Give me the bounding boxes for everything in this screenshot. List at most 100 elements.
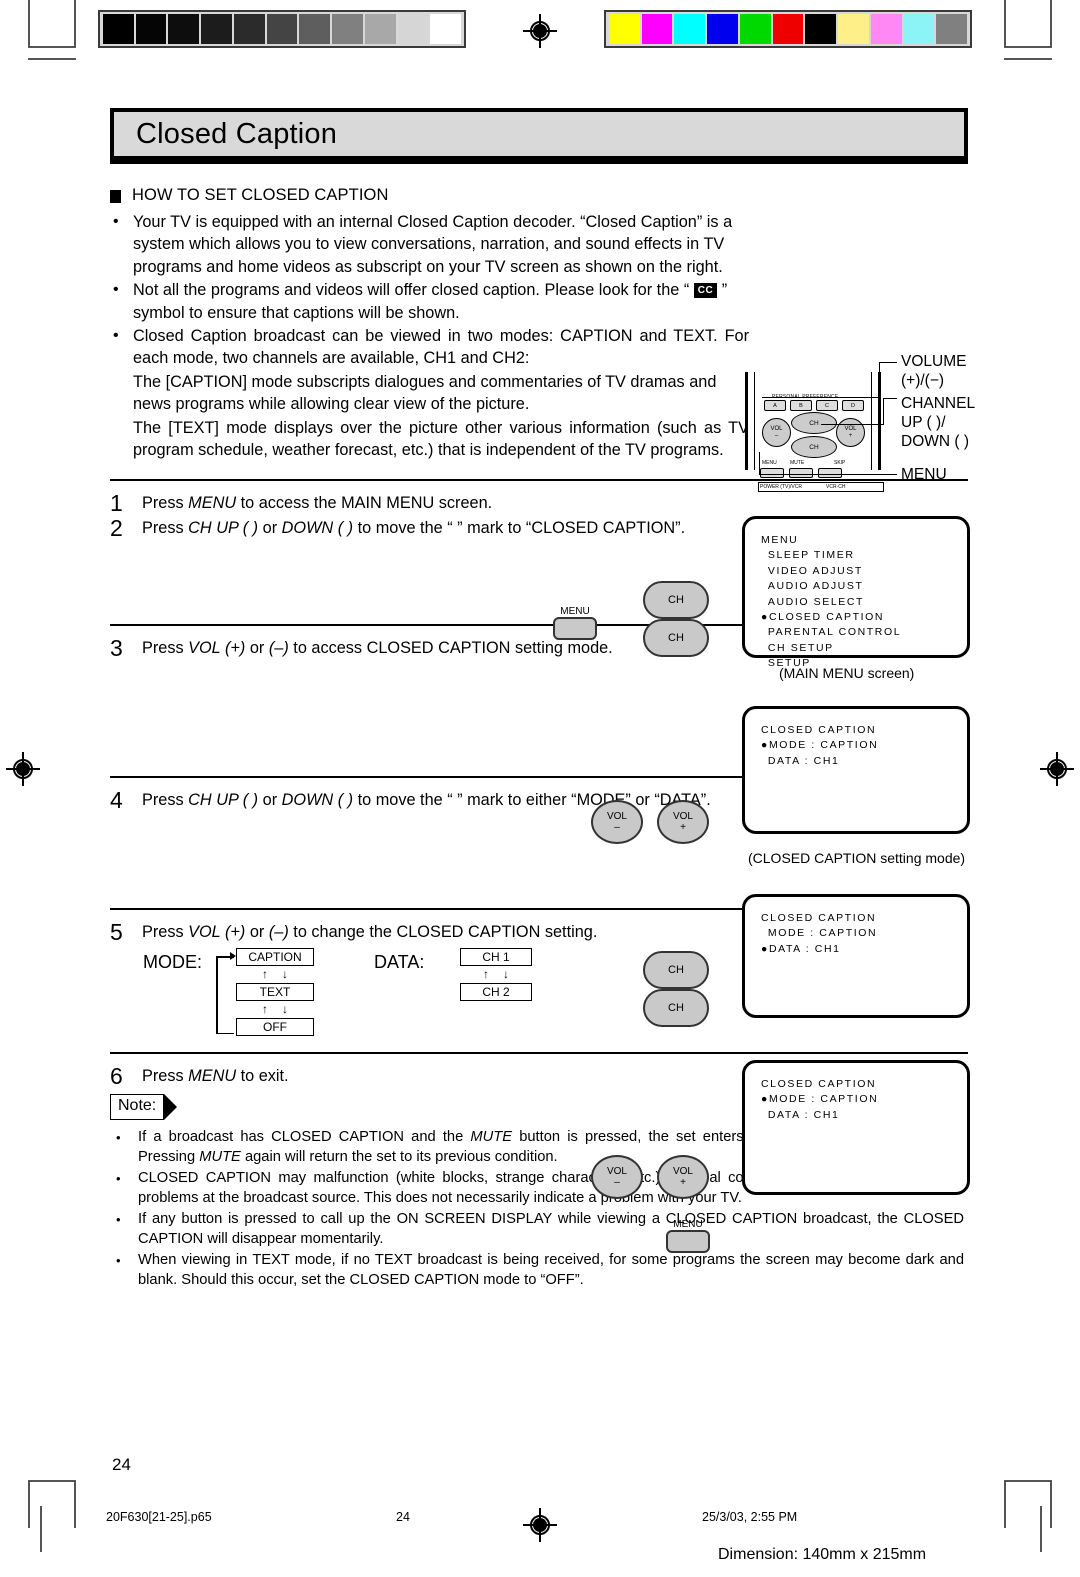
remote-ch-down-button[interactable]: CH bbox=[791, 436, 837, 458]
step-number: 4 bbox=[110, 787, 123, 814]
vol-minus-sign: – bbox=[614, 1177, 620, 1188]
osd-main-menu: MENU SLEEP TIMER VIDEO ADJUST AUDIO ADJU… bbox=[742, 516, 970, 669]
remote-vol-plus-button[interactable]: VOL + bbox=[836, 418, 865, 447]
data-label: DATA: bbox=[374, 952, 425, 973]
callout-volume: VOLUME (+)/(−) bbox=[901, 352, 966, 390]
bullet-dot-icon: • bbox=[116, 1171, 121, 1187]
osd-cc-mode-lines: CLOSED CAPTION ●MODE : CAPTION DATA : CH1 bbox=[745, 1063, 967, 1123]
remote-menu-key[interactable] bbox=[760, 468, 784, 478]
osd-main-menu-lines: MENU SLEEP TIMER VIDEO ADJUST AUDIO ADJU… bbox=[745, 519, 967, 672]
callout-channel-line3: DOWN ( ) bbox=[901, 433, 970, 450]
osd-line: ●MODE : CAPTION bbox=[761, 1093, 879, 1106]
step-number: 5 bbox=[110, 919, 123, 946]
mode-label: MODE: bbox=[143, 952, 203, 973]
osd-line: DATA : CH1 bbox=[761, 754, 840, 767]
crop-mark-tl-h2 bbox=[28, 58, 76, 60]
callout-volume-line2: (+)/(−) bbox=[901, 372, 945, 389]
pref-key-b[interactable]: B bbox=[790, 400, 812, 411]
calibration-swatch-6 bbox=[805, 14, 837, 44]
menu-button[interactable] bbox=[553, 617, 597, 640]
registration-mark-left bbox=[6, 752, 40, 786]
registration-mark-top bbox=[523, 14, 557, 48]
remote-skip-key[interactable] bbox=[818, 468, 842, 478]
remote-bottom-key-row bbox=[760, 468, 842, 478]
calibration-swatch-6 bbox=[299, 14, 331, 44]
mode-option-caption: CAPTION bbox=[236, 948, 314, 967]
vol-plus-button[interactable]: VOL + bbox=[657, 800, 709, 844]
osd-cc-setting-lines: CLOSED CAPTION ●MODE : CAPTION DATA : CH1 bbox=[745, 709, 967, 769]
bullet-dot-icon: • bbox=[116, 1130, 121, 1146]
pref-key-a[interactable]: A bbox=[764, 400, 786, 411]
preference-key-row: A B C D bbox=[764, 400, 864, 411]
calibration-swatch-4 bbox=[739, 14, 771, 44]
note-item-3: When viewing in TEXT mode, if no TEXT br… bbox=[138, 1252, 964, 1288]
remote-menu-label: MENU bbox=[762, 460, 777, 466]
data-arrows: ↑ ↓ bbox=[483, 967, 509, 982]
osd-cc-setting-caption: (CLOSED CAPTION setting mode) bbox=[748, 850, 966, 866]
step-1: 1 Press MENU to access the MAIN MENU scr… bbox=[110, 491, 968, 515]
mode-arrows-1: ↑ ↓ bbox=[262, 967, 288, 982]
crop-mark-tl-v2 bbox=[74, 0, 76, 48]
osd-line: ●DATA : CH1 bbox=[761, 942, 841, 955]
step-number: 1 bbox=[110, 490, 123, 517]
crop-mark-bl-h bbox=[28, 1480, 76, 1482]
mode-option-text: TEXT bbox=[236, 983, 314, 1002]
osd-line: CLOSED CAPTION bbox=[761, 724, 877, 736]
calibration-swatch-3 bbox=[201, 14, 232, 44]
callout-channel: CHANNEL UP ( )/ DOWN ( ) bbox=[901, 394, 975, 451]
mode-loop-line bbox=[216, 956, 218, 1035]
dimension-note: Dimension: 140mm x 215mm bbox=[718, 1546, 927, 1563]
note-label: Note: bbox=[110, 1094, 165, 1121]
registration-mark-right bbox=[1040, 752, 1074, 786]
leader-line-volume bbox=[769, 397, 879, 398]
vol-plus-label: VOL bbox=[672, 1166, 693, 1177]
cc-symbol-icon: CC bbox=[693, 283, 718, 299]
bullet-dot-icon: • bbox=[113, 213, 119, 230]
bullet-dot-icon: • bbox=[116, 1212, 121, 1228]
step-text: Press MENU to exit. bbox=[142, 1067, 289, 1086]
footer-filename: 20F630[21-25].p65 bbox=[106, 1510, 212, 1524]
mode-loop-bottom bbox=[216, 1032, 234, 1035]
osd-cc-mode-selected: CLOSED CAPTION ●MODE : CAPTION DATA : CH1 bbox=[742, 1060, 970, 1195]
callout-channel-line2: UP ( )/ bbox=[901, 414, 946, 431]
osd-line: DATA : CH1 bbox=[761, 1108, 840, 1121]
pref-key-d[interactable]: D bbox=[842, 400, 864, 411]
step-text: Press CH UP ( ) or DOWN ( ) to move the … bbox=[142, 519, 686, 538]
menu-button[interactable] bbox=[666, 1230, 710, 1253]
vol-minus-button[interactable]: VOL – bbox=[591, 1155, 643, 1199]
list-item: • If any button is pressed to call up th… bbox=[110, 1210, 968, 1249]
vol-minus-sign: – bbox=[614, 822, 620, 833]
osd-line: PARENTAL CONTROL bbox=[761, 626, 902, 639]
leader-top-volume bbox=[879, 362, 897, 363]
calibration-swatch-2 bbox=[674, 14, 706, 44]
vol-minus-button[interactable]: VOL – bbox=[591, 800, 643, 844]
mode-option-off: OFF bbox=[236, 1018, 314, 1037]
crop-mark-tl-h bbox=[28, 46, 76, 48]
ch-up-button[interactable]: CH bbox=[643, 951, 709, 989]
divider bbox=[110, 1052, 968, 1055]
intro-paragraph-1: The [TEXT] mode displays over the pictur… bbox=[133, 418, 749, 460]
calibration-swatch-0 bbox=[609, 14, 640, 44]
ch-down-button[interactable]: CH bbox=[643, 619, 709, 657]
callout-menu-line1: MENU bbox=[901, 466, 947, 483]
pref-key-c[interactable]: C bbox=[816, 400, 838, 411]
remote-vol-minus-button[interactable]: VOL – bbox=[762, 418, 791, 447]
footer-rule-right bbox=[1040, 1506, 1042, 1552]
osd-cc-setting-mode: CLOSED CAPTION ●MODE : CAPTION DATA : CH1 bbox=[742, 706, 970, 834]
ch-up-button[interactable]: CH bbox=[643, 581, 709, 619]
leader-line-channel bbox=[821, 424, 883, 425]
note-tag: Note: bbox=[110, 1094, 178, 1121]
remote-ch-up-button[interactable]: CH bbox=[791, 412, 837, 434]
note-item-2: If any button is pressed to call up the … bbox=[138, 1211, 964, 1247]
ch-down-button[interactable]: CH bbox=[643, 989, 709, 1027]
osd-line: MENU bbox=[761, 534, 799, 546]
osd-line: ●CLOSED CAPTION bbox=[761, 611, 885, 624]
calibration-swatch-9 bbox=[903, 14, 935, 44]
calibration-swatch-9 bbox=[397, 14, 429, 44]
step-text: Press VOL (+) or (–) to access CLOSED CA… bbox=[142, 639, 613, 658]
calibration-swatch-0 bbox=[103, 14, 134, 44]
vol-minus-label: VOL bbox=[606, 1166, 627, 1177]
remote-mute-key[interactable] bbox=[789, 468, 813, 478]
chapter-title-bar: Closed Caption bbox=[110, 108, 968, 160]
vol-plus-button[interactable]: VOL + bbox=[657, 1155, 709, 1199]
